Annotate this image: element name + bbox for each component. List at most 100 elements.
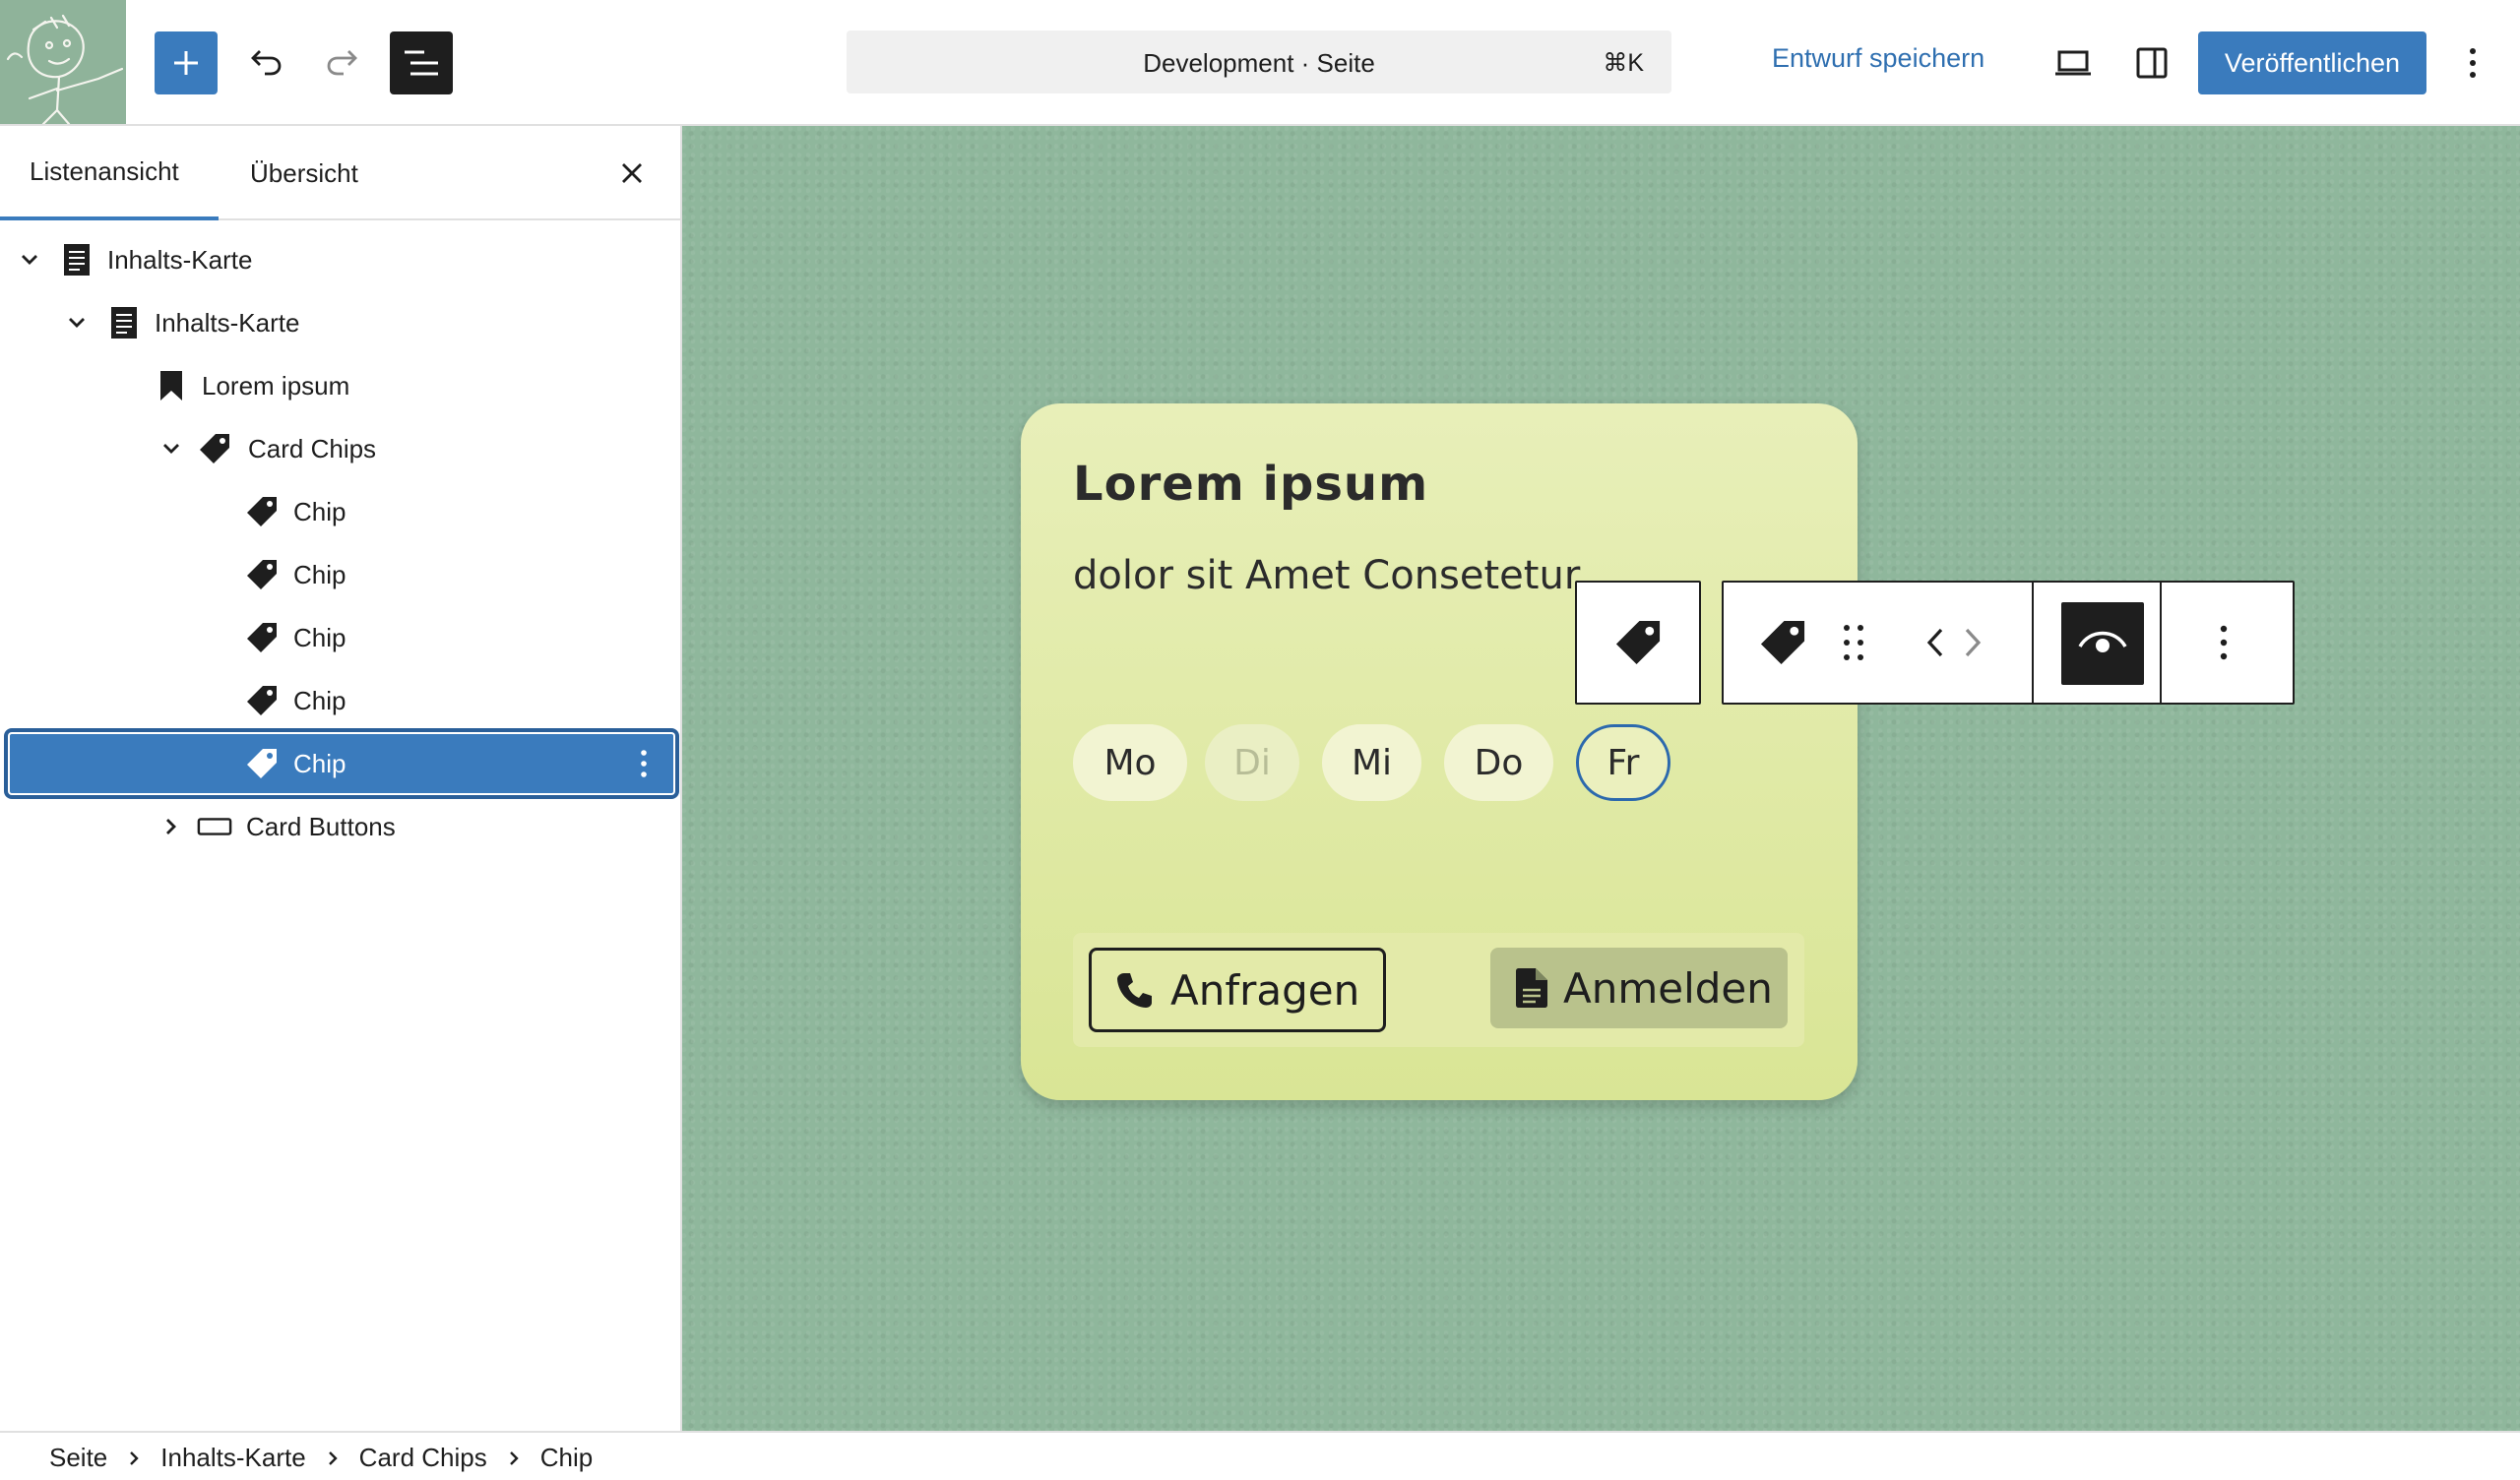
sidebar-icon — [2136, 47, 2168, 79]
tree-item-label: Inhalts-Karte — [155, 307, 300, 338]
drag-handle-icon — [1844, 625, 1863, 660]
tree-item-chip[interactable]: Chip — [8, 543, 675, 606]
drag-handle[interactable] — [1826, 583, 1881, 703]
block-options-button[interactable] — [2196, 583, 2251, 703]
list-view-icon — [405, 50, 438, 76]
visibility-toggle-button[interactable] — [2061, 602, 2144, 685]
tree-item-chip-selected[interactable]: Chip — [8, 732, 675, 795]
tree-item-chip[interactable]: Chip — [8, 606, 675, 669]
button-icon — [197, 809, 232, 844]
redo-icon — [327, 50, 357, 76]
publish-button[interactable]: Veröffentlichen — [2198, 31, 2426, 94]
phone-icon — [1117, 973, 1152, 1008]
row-options-button[interactable] — [626, 740, 662, 787]
tree-item-inhalts-karte-inner[interactable]: Inhalts-Karte — [8, 291, 675, 354]
more-vertical-icon — [2220, 625, 2228, 660]
tree-item-label: Lorem ipsum — [202, 370, 350, 401]
command-palette-bar[interactable]: Development · Seite ⌘K — [847, 31, 1671, 93]
tree-item-card-buttons[interactable]: Card Buttons — [8, 795, 675, 858]
chevron-right-icon — [328, 1450, 338, 1466]
chip-mo[interactable]: Mo — [1073, 724, 1187, 801]
tag-icon — [1760, 620, 1805, 665]
tree-item-card-chips[interactable]: Card Chips — [8, 417, 675, 480]
device-preview-button[interactable] — [2042, 31, 2105, 94]
breadcrumb: Seite Inhalts-Karte Card Chips Chip — [49, 1443, 593, 1473]
select-parent-block-button[interactable] — [1575, 581, 1701, 705]
tree-item-label: Chip — [293, 685, 346, 715]
chevron-left-icon — [1926, 628, 1943, 657]
tree-item-label: Card Buttons — [246, 811, 396, 841]
anmelden-label: Anmelden — [1563, 963, 1773, 1013]
site-logo[interactable] — [0, 0, 126, 124]
chip-do[interactable]: Do — [1444, 724, 1553, 801]
close-sidebar-button[interactable] — [604, 146, 660, 201]
breadcrumb-item[interactable]: Seite — [49, 1443, 107, 1473]
tree-item-chip[interactable]: Chip — [8, 480, 675, 543]
toolbar-divider — [2160, 583, 2162, 703]
move-right-button[interactable] — [1954, 583, 1991, 703]
breadcrumb-item-current: Chip — [539, 1443, 594, 1472]
tag-icon — [244, 494, 280, 529]
tree-item-chip[interactable]: Chip — [8, 669, 675, 732]
more-vertical-icon — [2470, 48, 2476, 78]
redo-button[interactable] — [311, 31, 374, 94]
tab-list-view[interactable]: Listenansicht — [0, 126, 219, 220]
tag-icon — [1615, 620, 1661, 665]
chevron-right-icon — [509, 1450, 519, 1466]
chip-mi[interactable]: Mi — [1322, 724, 1421, 801]
undo-button[interactable] — [234, 31, 297, 94]
list-view-sidebar: Listenansicht Übersicht Inhalts-Karte In… — [0, 126, 682, 1431]
tag-icon — [244, 746, 280, 781]
card-text[interactable]: dolor sit Amet Consetetur — [1073, 553, 1580, 598]
card-buttons: Anfragen Anmelden — [1073, 933, 1804, 1047]
document-title: Development · Seite — [1143, 48, 1375, 78]
undo-icon — [251, 50, 282, 76]
anfragen-button[interactable]: Anfragen — [1089, 948, 1386, 1032]
tag-icon — [244, 620, 280, 655]
card-title[interactable]: Lorem ipsum — [1073, 457, 1428, 512]
tree-item-lorem-ipsum[interactable]: Lorem ipsum — [8, 354, 675, 417]
tree-item-label: Chip — [293, 622, 346, 652]
chevron-right-icon[interactable] — [158, 813, 185, 840]
tree-item-label: Inhalts-Karte — [107, 244, 253, 275]
breadcrumb-item[interactable]: Card Chips — [359, 1443, 487, 1473]
chevron-down-icon[interactable] — [158, 435, 185, 462]
document-icon — [59, 242, 94, 278]
toolbar-divider — [2032, 583, 2034, 703]
anmelden-button[interactable]: Anmelden — [1490, 948, 1788, 1028]
content-card[interactable]: Lorem ipsum dolor sit Amet Consetetur Mo… — [1021, 403, 1858, 1100]
save-draft-button[interactable]: Entwurf speichern — [1772, 43, 1984, 74]
tree-item-label: Chip — [293, 748, 346, 778]
block-type-button[interactable] — [1749, 583, 1816, 703]
tree-item-inhalts-karte[interactable]: Inhalts-Karte — [8, 228, 675, 291]
breadcrumb-item[interactable]: Inhalts-Karte — [160, 1443, 305, 1473]
chevron-right-icon — [1965, 628, 1982, 657]
chevron-right-icon — [129, 1450, 139, 1466]
tag-icon — [244, 683, 280, 718]
tab-overview[interactable]: Übersicht — [220, 126, 388, 220]
sketch-logo-icon — [0, 0, 126, 124]
editor-header: Development · Seite ⌘K Entwurf speichern… — [0, 0, 2520, 126]
document-icon — [106, 305, 142, 340]
close-icon — [622, 163, 642, 183]
file-icon — [1516, 968, 1547, 1008]
tag-icon — [244, 557, 280, 592]
command-shortcut: ⌘K — [1603, 49, 1644, 77]
list-view-toggle[interactable] — [390, 31, 453, 94]
chip-fr[interactable]: Fr — [1576, 724, 1670, 801]
tag-icon — [197, 431, 232, 466]
add-block-button[interactable] — [155, 31, 218, 94]
chevron-down-icon[interactable] — [16, 246, 43, 274]
move-left-button[interactable] — [1917, 583, 1954, 703]
bookmark-icon — [154, 368, 189, 403]
settings-sidebar-toggle[interactable] — [2120, 31, 2183, 94]
chip-di[interactable]: Di — [1205, 724, 1299, 801]
anfragen-label: Anfragen — [1170, 965, 1360, 1015]
options-button[interactable] — [2441, 31, 2504, 94]
tree-item-label: Chip — [293, 559, 346, 589]
chevron-down-icon[interactable] — [63, 309, 91, 337]
tree-item-label: Chip — [293, 496, 346, 526]
laptop-icon — [2055, 50, 2091, 76]
plus-icon — [174, 51, 198, 75]
tree-item-label: Card Chips — [248, 433, 377, 463]
